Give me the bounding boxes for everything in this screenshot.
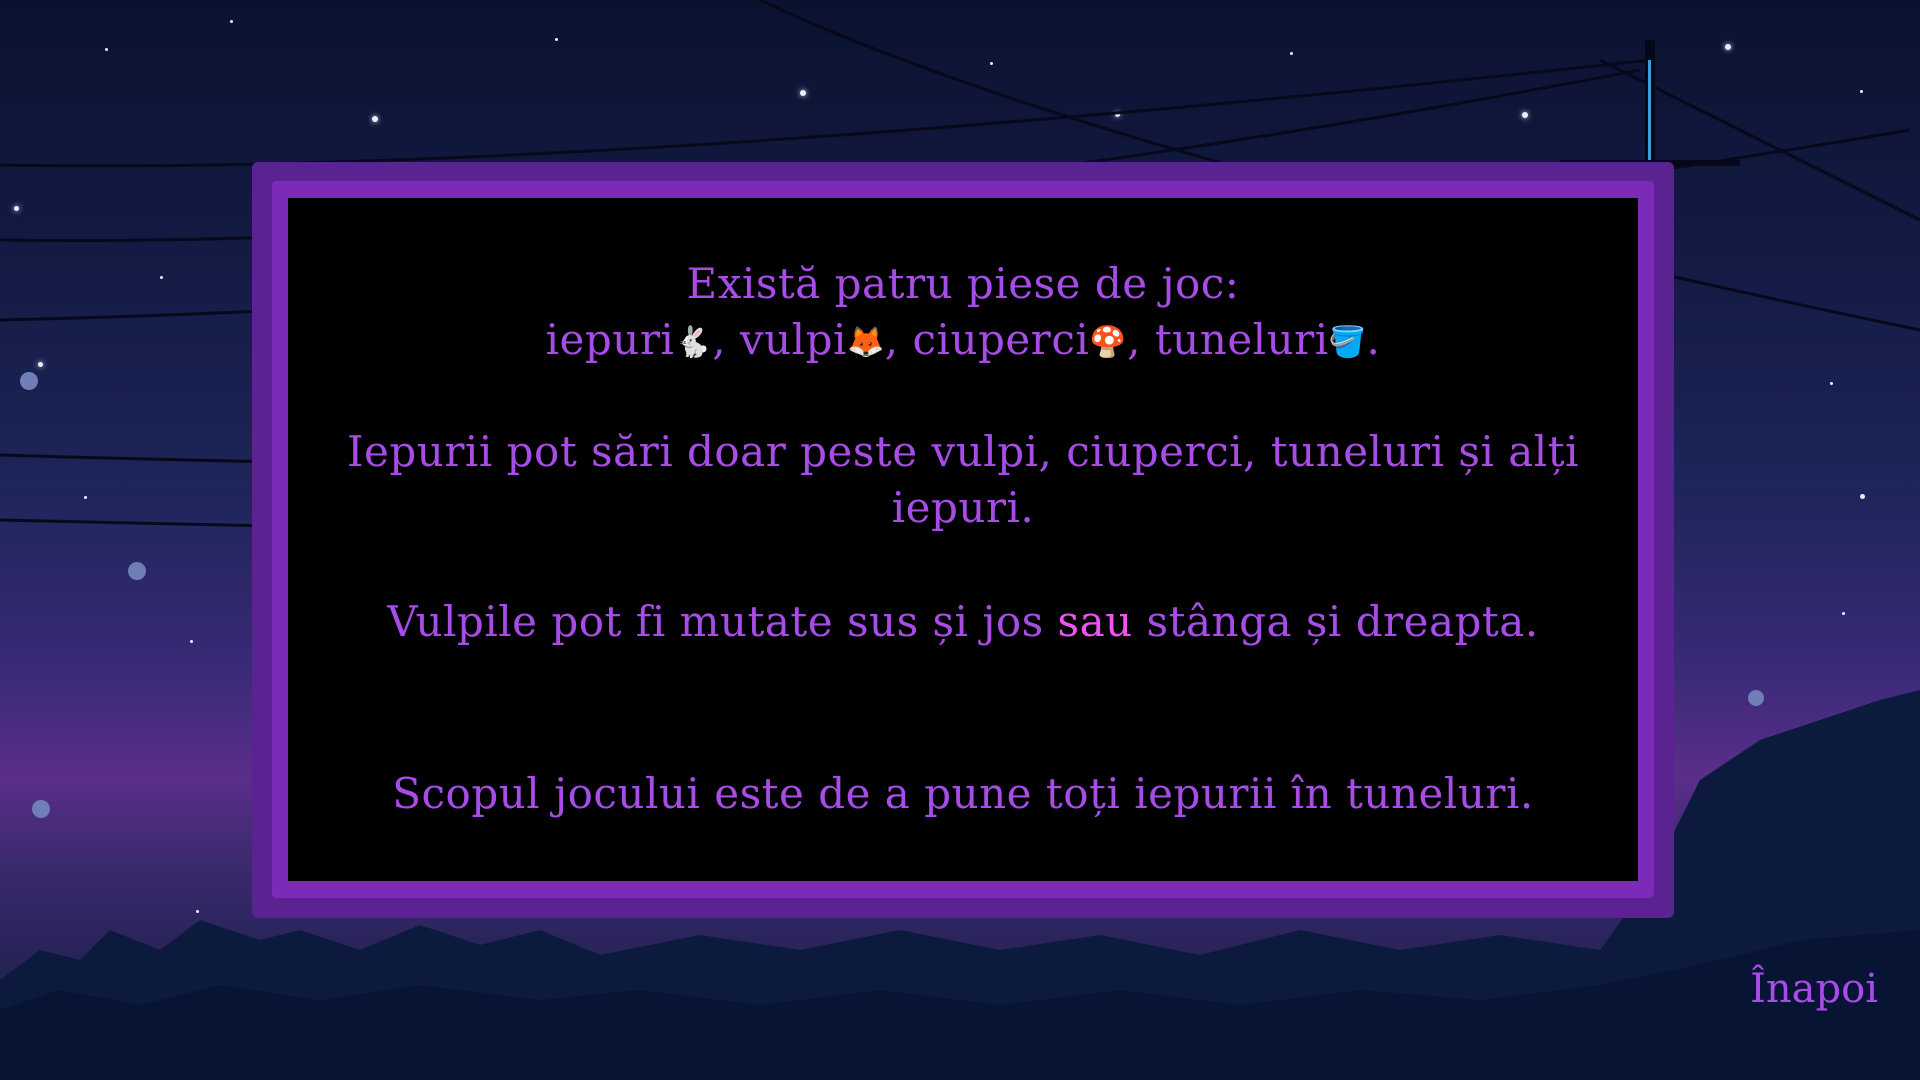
goal-text: Scopul jocului este de a pune toți iepur… [392,769,1534,818]
fox-rule-highlight: sau [1057,597,1133,646]
piece-tunnels-label: tuneluri [1154,315,1329,364]
fox-rule: Vulpile pot fi mutate sus și jos sau stâ… [387,597,1539,646]
pieces-list: iepuri🐇, vulpi🦊, ciuperci🍄, tuneluri🪣. [545,315,1381,364]
piece-mushrooms-label: ciuperci [912,315,1090,364]
tunnel-icon: 🪣 [1328,325,1367,360]
piece-rabbits-label: iepuri [545,315,675,364]
piece-foxes-label: vulpi [739,315,847,364]
info-panel: Există patru piese de joc: iepuri🐇, vulp… [288,198,1638,881]
rabbit-rule: Iepurii pot sări doar peste vulpi, ciupe… [346,427,1580,532]
mushroom-icon: 🍄 [1089,325,1128,360]
fox-icon: 🦊 [846,325,885,360]
back-button[interactable]: Înapoi [1750,966,1878,1012]
rabbit-icon: 🐇 [674,325,713,360]
pieces-intro: Există patru piese de joc: [686,259,1240,308]
